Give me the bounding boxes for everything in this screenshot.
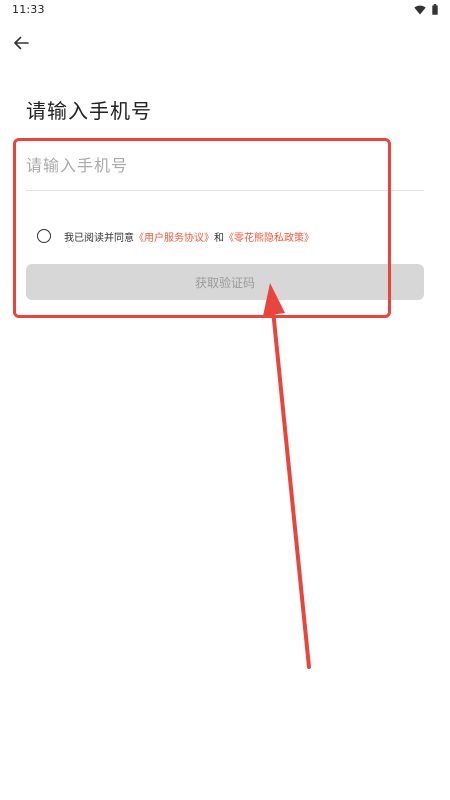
privacy-policy-link[interactable]: 《零花熊隐私政策》 (224, 229, 314, 244)
arrow-left-icon (13, 35, 29, 54)
page-title: 请输入手机号 (26, 99, 152, 123)
get-code-button[interactable]: 获取验证码 (26, 264, 424, 300)
status-icons (414, 3, 438, 15)
status-time: 11:33 (12, 3, 45, 16)
agreement-row: 我已阅读并同意 《用户服务协议》 和 《零花熊隐私政策》 (37, 227, 314, 245)
user-service-agreement-link[interactable]: 《用户服务协议》 (134, 229, 214, 244)
agreement-prefix: 我已阅读并同意 (64, 232, 134, 244)
agreement-conjunction: 和 (214, 232, 224, 244)
phone-input[interactable] (26, 148, 424, 182)
agreement-radio[interactable] (37, 229, 51, 243)
back-button[interactable] (10, 33, 32, 55)
battery-icon (432, 0, 438, 19)
wifi-icon (414, 0, 426, 19)
input-underline (26, 190, 424, 191)
status-bar: 11:33 (0, 0, 450, 20)
